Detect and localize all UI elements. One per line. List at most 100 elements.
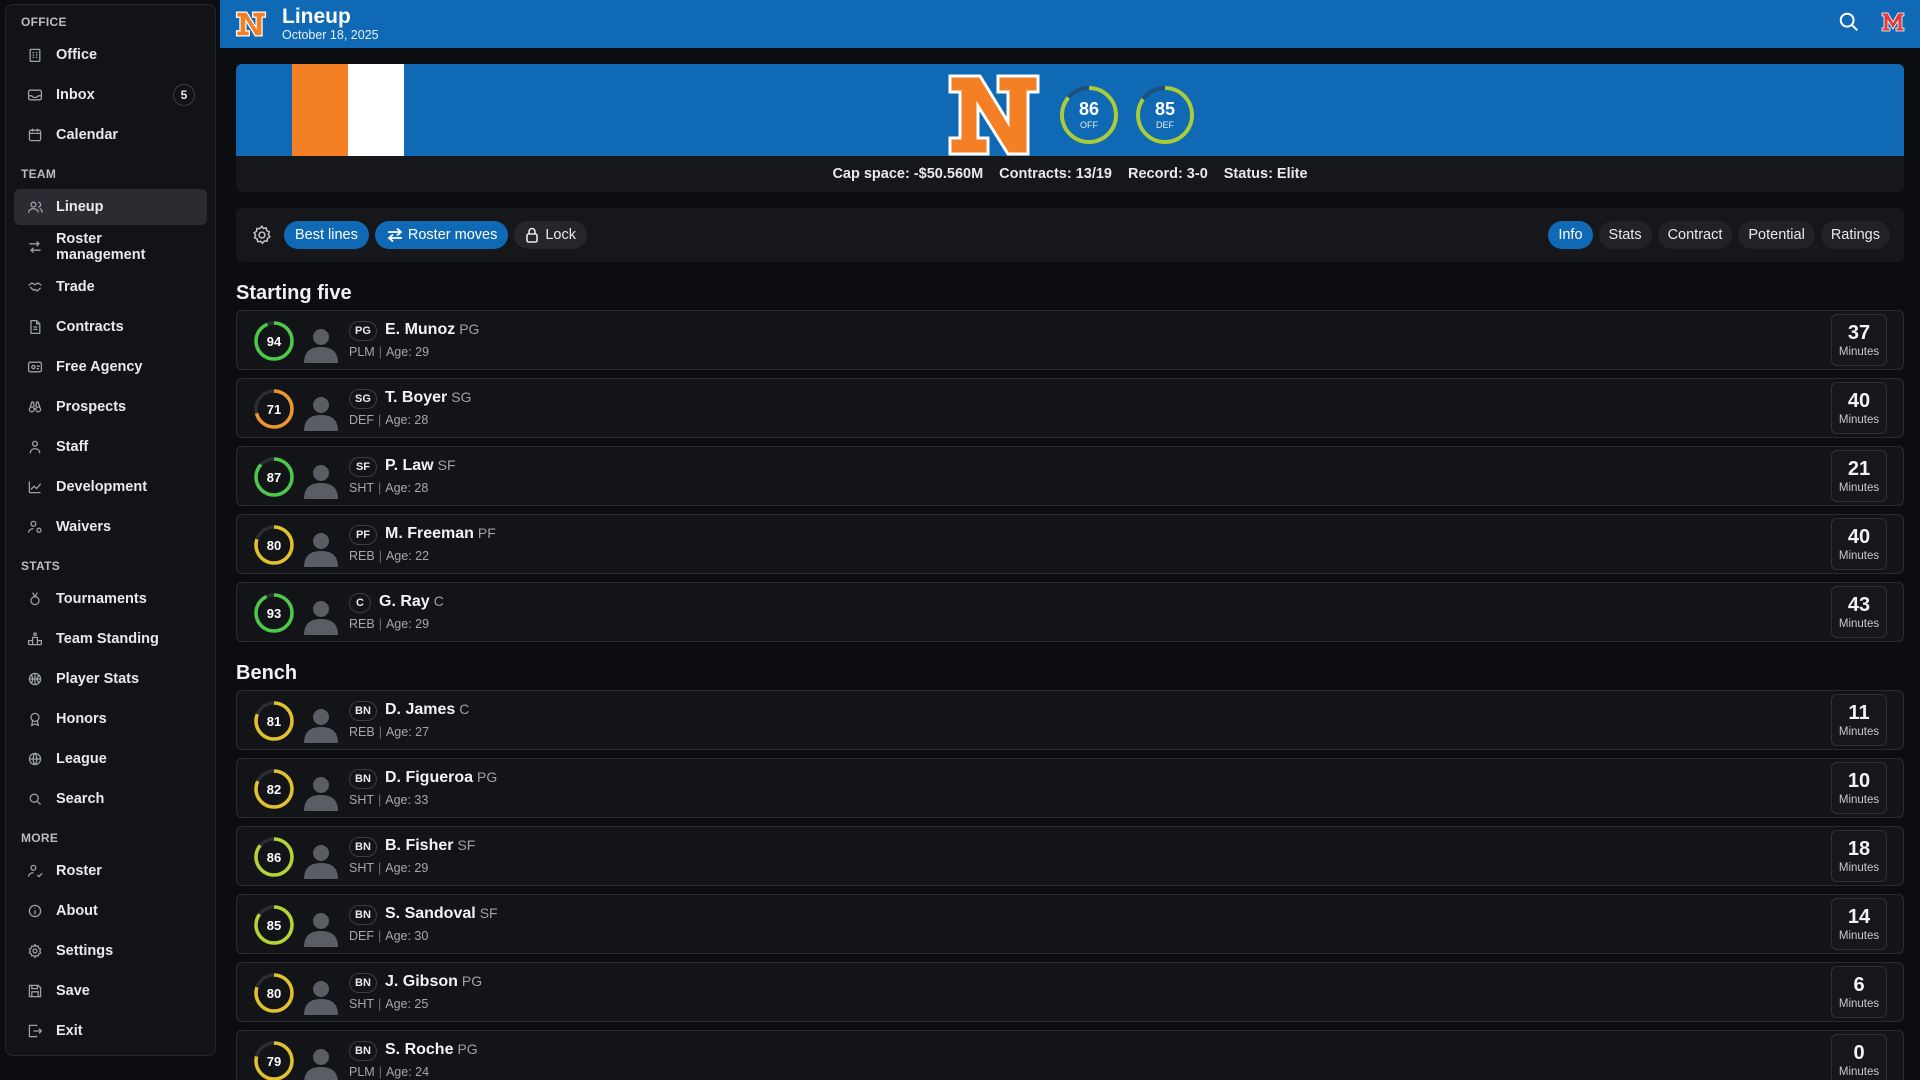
roster-moves-button[interactable]: Roster moves: [374, 221, 509, 249]
sidebar-item-search[interactable]: Search: [14, 781, 207, 817]
overall-rating: 86: [266, 849, 282, 865]
player-row[interactable]: 85 BN S. Sandoval SF DEF | Age: 30 14 Minut…: [236, 894, 1904, 954]
player-role: DEF: [349, 413, 374, 427]
player-meta: REB | Age: 29: [349, 617, 430, 631]
player-name[interactable]: B. Fisher SF: [385, 837, 475, 855]
player-row[interactable]: 80 PF M. Freeman PF REB | Age: 22 40 Minute…: [236, 514, 1904, 574]
player-age: Age: 22: [385, 549, 430, 563]
lock-label: Lock: [545, 227, 576, 243]
tab-contract[interactable]: Contract: [1657, 221, 1733, 249]
overall-rating: 93: [266, 605, 282, 621]
lock-button[interactable]: Lock: [514, 221, 587, 249]
sidebar-item-inbox[interactable]: Inbox 5: [14, 77, 207, 113]
team-logo-icon[interactable]: [234, 7, 268, 41]
player-age: Age: 28: [385, 481, 429, 495]
player-name[interactable]: G. Ray C: [379, 593, 444, 611]
minutes-box[interactable]: 14 Minutes: [1831, 898, 1887, 950]
medal-icon: [26, 590, 44, 608]
player-name[interactable]: T. Boyer SG: [385, 389, 471, 407]
minutes-box[interactable]: 10 Minutes: [1831, 762, 1887, 814]
player-age: Age: 29: [385, 861, 429, 875]
player-age: Age: 29: [385, 345, 430, 359]
player-row[interactable]: 86 BN B. Fisher SF SHT | Age: 29 18 Minutes: [236, 826, 1904, 886]
minutes-value: 11: [1848, 702, 1870, 724]
sidebar-item-development[interactable]: Development: [14, 469, 207, 505]
lineup-slot-badge: PG: [349, 321, 377, 341]
player-name[interactable]: S. Roche PG: [385, 1041, 478, 1059]
player-row[interactable]: 79 BN S. Roche PG PLM | Age: 24 0 Minutes: [236, 1030, 1904, 1080]
player-row[interactable]: 87 SF P. Law SF SHT | Age: 28 21 Minutes: [236, 446, 1904, 506]
sidebar-item-trade[interactable]: Trade: [14, 269, 207, 305]
minutes-box[interactable]: 11 Minutes: [1831, 694, 1887, 746]
player-row[interactable]: 94 PG E. Munoz PG PLM | Age: 29 37 Minutes: [236, 310, 1904, 370]
sidebar-item-office[interactable]: Office: [14, 37, 207, 73]
minutes-box[interactable]: 6 Minutes: [1831, 966, 1887, 1018]
player-name[interactable]: S. Sandoval SF: [385, 905, 498, 923]
sidebar-item-honors[interactable]: Honors: [14, 701, 207, 737]
player-name[interactable]: P. Law SF: [385, 457, 456, 475]
sidebar-item-save[interactable]: Save: [14, 973, 207, 1009]
minutes-box[interactable]: 18 Minutes: [1831, 830, 1887, 882]
tab-info[interactable]: Info: [1548, 221, 1593, 249]
sidebar-item-waivers[interactable]: Waivers: [14, 509, 207, 545]
sidebar-item-staff[interactable]: Staff: [14, 429, 207, 465]
lineup-slot-badge: PF: [349, 525, 377, 545]
player-avatar-icon: [304, 601, 338, 635]
sidebar-item-about[interactable]: About: [14, 893, 207, 929]
minutes-box[interactable]: 40 Minutes: [1831, 518, 1887, 570]
search-icon: [26, 790, 44, 808]
minutes-box[interactable]: 0 Minutes: [1831, 1034, 1887, 1080]
lineup-slot-badge: SG: [349, 389, 377, 409]
player-name[interactable]: E. Munoz PG: [385, 321, 479, 339]
best-lines-button[interactable]: Best lines: [284, 221, 369, 249]
player-row[interactable]: 71 SG T. Boyer SG DEF | Age: 28 40 Minutes: [236, 378, 1904, 438]
current-date: October 18, 2025: [282, 27, 379, 42]
league-logo-icon[interactable]: [1880, 10, 1906, 34]
sidebar-item-team-standing[interactable]: Team Standing: [14, 621, 207, 657]
inbox-icon: [26, 86, 44, 104]
sidebar-item-contracts[interactable]: Contracts: [14, 309, 207, 345]
player-name[interactable]: M. Freeman PF: [385, 525, 496, 543]
minutes-box[interactable]: 40 Minutes: [1831, 382, 1887, 434]
sidebar-item-settings[interactable]: Settings: [14, 933, 207, 969]
tab-stats[interactable]: Stats: [1598, 221, 1652, 249]
minutes-value: 14: [1847, 906, 1871, 928]
minutes-box[interactable]: 37 Minutes: [1831, 314, 1887, 366]
minutes-box[interactable]: 21 Minutes: [1831, 450, 1887, 502]
player-name[interactable]: J. Gibson PG: [385, 973, 482, 991]
player-row[interactable]: 81 BN D. James C REB | Age: 27 11 Minutes: [236, 690, 1904, 750]
tab-ratings[interactable]: Ratings: [1820, 221, 1890, 249]
award-icon: [26, 710, 44, 728]
sidebar-item-player-stats[interactable]: Player Stats: [14, 661, 207, 697]
player-avatar-icon: [304, 981, 338, 1015]
lineup-slot-badge: SF: [349, 457, 377, 477]
player-row[interactable]: 93 C G. Ray C REB | Age: 29 43 Minutes: [236, 582, 1904, 642]
sidebar-item-tournaments[interactable]: Tournaments: [14, 581, 207, 617]
tab-potential[interactable]: Potential: [1738, 221, 1815, 249]
player-role: REB: [349, 725, 375, 739]
sidebar-item-roster[interactable]: Roster: [14, 853, 207, 889]
player-row[interactable]: 80 BN J. Gibson PG SHT | Age: 25 6 Minutes: [236, 962, 1904, 1022]
lineup-settings-gear-icon[interactable]: [250, 223, 274, 247]
search-icon[interactable]: [1838, 11, 1860, 33]
sidebar-section-stats: STATS: [21, 559, 61, 573]
sidebar-item-league[interactable]: League: [14, 741, 207, 777]
player-role: SHT: [349, 793, 374, 807]
player-row[interactable]: 82 BN D. Figueroa PG SHT | Age: 33 10 Minut…: [236, 758, 1904, 818]
defense-rating-value: 85: [1155, 99, 1175, 119]
sidebar-item-exit[interactable]: Exit: [14, 1013, 207, 1049]
minutes-box[interactable]: 43 Minutes: [1831, 586, 1887, 638]
person-icon: [26, 438, 44, 456]
cap-space: Cap space: -$50.560M: [832, 166, 984, 182]
player-name[interactable]: D. Figueroa PG: [385, 769, 497, 787]
sidebar-item-prospects[interactable]: Prospects: [14, 389, 207, 425]
sidebar-item-calendar[interactable]: Calendar: [14, 117, 207, 153]
player-position: SF: [479, 905, 498, 921]
sidebar-item-lineup[interactable]: Lineup: [14, 189, 207, 225]
binoculars-icon: [26, 398, 44, 416]
sidebar-item-roster-management[interactable]: Roster management: [14, 229, 207, 265]
sidebar-item-free-agency[interactable]: Free Agency: [14, 349, 207, 385]
player-avatar-icon: [304, 397, 338, 431]
player-meta: DEF | Age: 30: [349, 929, 429, 943]
player-name[interactable]: D. James C: [385, 701, 469, 719]
